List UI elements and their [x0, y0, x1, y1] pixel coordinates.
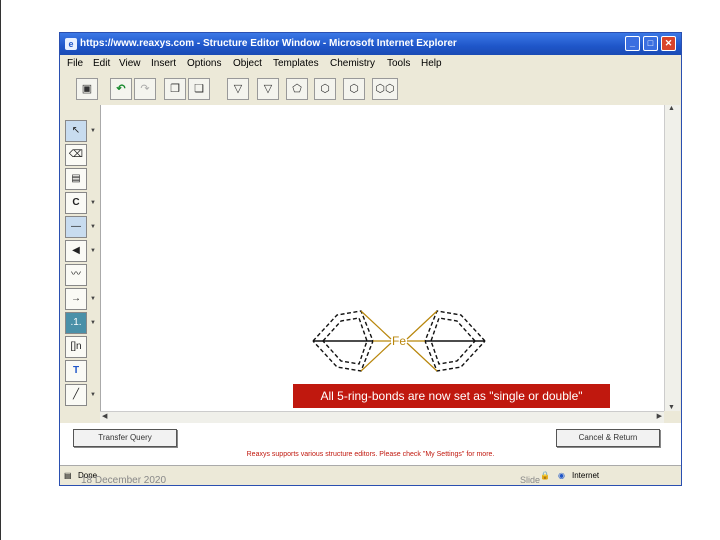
select-tool-dropdown-icon[interactable]: ▼: [90, 128, 96, 134]
new-structure-icon[interactable]: ▣: [76, 78, 98, 100]
title-bar: e https://www.reaxys.com - Structure Edi…: [60, 33, 681, 55]
menu-insert[interactable]: Insert: [151, 58, 176, 69]
zone-text: Internet: [572, 471, 600, 480]
paste-icon[interactable]: ❏: [188, 78, 210, 100]
wedge-dropdown-icon[interactable]: ▼: [90, 248, 96, 254]
benzene-template-icon[interactable]: ⬡: [343, 78, 365, 100]
menu-view[interactable]: View: [119, 58, 141, 69]
reaction-arrow-icon[interactable]: →: [65, 288, 87, 310]
ferrocene-structure[interactable]: Fe: [309, 305, 489, 377]
scroll-left-icon[interactable]: ◀: [102, 412, 107, 420]
menu-options[interactable]: Options: [187, 58, 221, 69]
periodic-table-icon[interactable]: ▤: [65, 168, 87, 190]
menu-templates[interactable]: Templates: [273, 58, 319, 69]
close-button[interactable]: ✕: [661, 36, 676, 51]
window-title: https://www.reaxys.com - Structure Edito…: [80, 38, 457, 49]
undo-icon[interactable]: ↶: [110, 78, 132, 100]
scroll-up-icon[interactable]: ▲: [668, 105, 675, 112]
chain-count-button[interactable]: .1.: [65, 312, 87, 334]
menu-file[interactable]: File: [67, 58, 83, 69]
bracket-tool-button[interactable]: []n: [65, 336, 87, 358]
chain-dropdown-icon[interactable]: ▼: [90, 320, 96, 326]
redo-icon[interactable]: ↷: [134, 78, 156, 100]
atom-carbon-button[interactable]: C: [65, 192, 87, 214]
text-tool-button[interactable]: T: [65, 360, 87, 382]
menu-edit[interactable]: Edit: [93, 58, 110, 69]
wedge-bond-tool-icon[interactable]: ◀: [65, 240, 87, 262]
line-dropdown-icon[interactable]: ▼: [90, 392, 96, 398]
cyclopentane-template-icon[interactable]: ⬠: [286, 78, 308, 100]
browser-window: e https://www.reaxys.com - Structure Edi…: [59, 32, 682, 486]
naphthalene-template-icon[interactable]: ⬡⬡: [372, 78, 398, 100]
single-bond-tool-icon[interactable]: —: [65, 216, 87, 238]
cyclohexane-template-icon[interactable]: ⬡: [314, 78, 336, 100]
drawing-canvas[interactable]: Fe: [100, 105, 664, 411]
scroll-down-icon[interactable]: ▼: [668, 404, 675, 411]
atom-dropdown-icon[interactable]: ▼: [90, 200, 96, 206]
slide-border: [0, 0, 1, 540]
copy-icon[interactable]: ❐: [164, 78, 186, 100]
lock-icon: 🔒: [540, 471, 550, 480]
cyclopropane-template-icon[interactable]: ▽: [227, 78, 249, 100]
menu-tools[interactable]: Tools: [387, 58, 410, 69]
annotation-callout: All 5-ring-bonds are now set as "single …: [293, 384, 610, 408]
scroll-right-icon[interactable]: ▶: [657, 412, 662, 420]
line-tool-icon[interactable]: ╱: [65, 384, 87, 406]
maximize-button[interactable]: □: [643, 36, 658, 51]
vertical-scrollbar[interactable]: ▲ ▼: [664, 105, 680, 411]
editor-notice: Reaxys supports various structure editor…: [246, 451, 495, 458]
horizontal-scrollbar[interactable]: ◀ ▶: [100, 411, 664, 423]
left-tool-panel: ↖ ▼ ⌫ ▤ C ▼ — ▼ ◀ ▼ 〰 → ▼ .1. ▼ []n T ╱ …: [60, 105, 98, 423]
menu-help[interactable]: Help: [421, 58, 442, 69]
menu-object[interactable]: Object: [233, 58, 262, 69]
chain-tool-icon[interactable]: 〰: [65, 264, 87, 286]
page-status-icon: ▤: [64, 471, 72, 480]
slide: e https://www.reaxys.com - Structure Edi…: [0, 0, 720, 540]
bond-dropdown-icon[interactable]: ▼: [90, 224, 96, 230]
menu-chemistry[interactable]: Chemistry: [330, 58, 375, 69]
toolbar: ▣ ↶ ↷ ❐ ❏ ▽ ▽ ⬠ ⬡ ⬡ ⬡⬡: [60, 73, 681, 105]
select-tool-icon[interactable]: ↖: [65, 120, 87, 142]
arrow-dropdown-icon[interactable]: ▼: [90, 296, 96, 302]
ie-icon: e: [65, 38, 77, 50]
iron-atom-label[interactable]: Fe: [392, 334, 406, 348]
cancel-return-button[interactable]: Cancel & Return: [556, 429, 660, 447]
menu-bar: File Edit View Insert Options Object Tem…: [60, 55, 681, 73]
internet-zone-icon: ◉: [558, 471, 565, 480]
transfer-query-button[interactable]: Transfer Query: [73, 429, 177, 447]
eraser-tool-icon[interactable]: ⌫: [65, 144, 87, 166]
slide-number: Slide: [520, 475, 541, 485]
slide-date: 18 December 2020: [81, 475, 167, 486]
minimize-button[interactable]: _: [625, 36, 640, 51]
dialog-footer: Transfer Query Cancel & Return Reaxys su…: [60, 423, 681, 465]
pyrrole-template-icon[interactable]: ▽: [257, 78, 279, 100]
